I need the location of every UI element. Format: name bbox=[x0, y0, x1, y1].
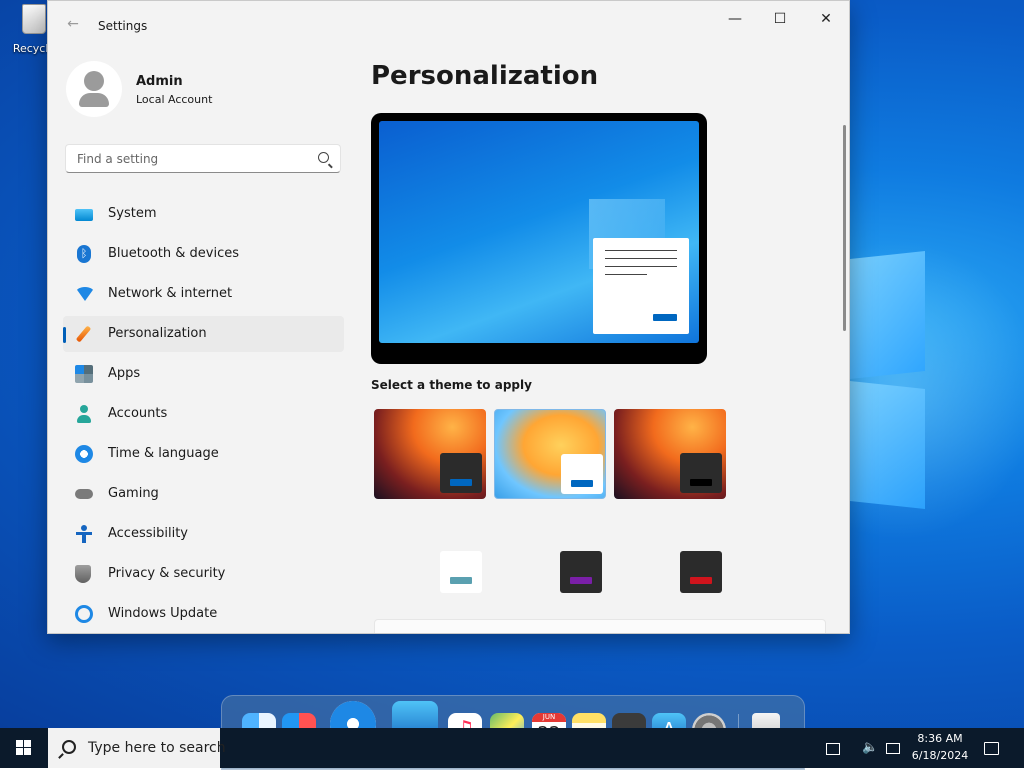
theme-swatch[interactable] bbox=[560, 551, 602, 593]
search-icon bbox=[62, 740, 76, 754]
profile-name: Admin bbox=[136, 74, 183, 89]
sidebar-item-personalization[interactable]: Personalization bbox=[63, 316, 344, 352]
bluetooth-icon: ᛒ bbox=[77, 245, 91, 263]
calendar-month: JUN bbox=[532, 713, 566, 722]
volume-muted-icon[interactable]: 🔈 bbox=[862, 740, 878, 756]
sidebar-item-label: Privacy & security bbox=[108, 566, 226, 581]
sidebar-item-label: Time & language bbox=[108, 446, 219, 461]
theme-thumbnail[interactable] bbox=[374, 409, 486, 499]
sidebar-item-label: Personalization bbox=[108, 326, 207, 341]
theme-thumbnail[interactable] bbox=[494, 409, 606, 499]
sidebar-item-network[interactable]: Network & internet bbox=[63, 276, 344, 312]
theme-swatch[interactable] bbox=[680, 551, 722, 593]
sidebar-item-label: Gaming bbox=[108, 486, 159, 501]
page-title: Personalization bbox=[371, 61, 599, 91]
back-arrow-icon[interactable]: ← bbox=[64, 15, 82, 33]
settings-card[interactable] bbox=[374, 619, 826, 633]
globe-clock-icon bbox=[75, 445, 93, 463]
title-bar[interactable]: ← Settings — ☐ ✕ bbox=[48, 1, 849, 49]
sidebar-item-label: System bbox=[108, 206, 157, 221]
sidebar-item-windows-update[interactable]: Windows Update bbox=[63, 596, 344, 632]
sidebar-item-bluetooth[interactable]: ᛒ Bluetooth & devices bbox=[63, 236, 344, 272]
sidebar-item-label: Apps bbox=[108, 366, 141, 381]
maximize-button[interactable]: ☐ bbox=[757, 7, 803, 31]
minimize-button[interactable]: — bbox=[712, 7, 758, 31]
sidebar-item-accessibility[interactable]: Accessibility bbox=[63, 516, 344, 552]
start-button[interactable] bbox=[0, 728, 48, 768]
recycle-bin-icon bbox=[22, 4, 46, 34]
windows-start-icon bbox=[16, 740, 23, 747]
taskbar: Type here to search 🔈 8:36 AM 6/18/2024 bbox=[0, 728, 1024, 768]
preview-window-card bbox=[593, 238, 689, 334]
news-widget-icon[interactable] bbox=[826, 743, 840, 755]
settings-window: ← Settings — ☐ ✕ Admin Local Account Sys… bbox=[47, 0, 850, 634]
accessibility-icon bbox=[75, 525, 93, 543]
windows-logo-wallpaper bbox=[850, 251, 1010, 515]
profile-account-type: Local Account bbox=[136, 93, 213, 106]
taskbar-search-placeholder: Type here to search bbox=[88, 740, 226, 756]
system-icon bbox=[75, 209, 93, 221]
gamepad-icon bbox=[75, 489, 93, 499]
sidebar-item-time-language[interactable]: Time & language bbox=[63, 436, 344, 472]
search-icon[interactable] bbox=[318, 152, 329, 163]
apps-icon bbox=[75, 365, 93, 383]
network-icon[interactable] bbox=[886, 743, 900, 754]
taskbar-search-box[interactable]: Type here to search bbox=[48, 728, 226, 768]
person-icon bbox=[75, 405, 93, 423]
search-box[interactable] bbox=[65, 144, 341, 173]
avatar[interactable] bbox=[66, 61, 122, 117]
notification-center-icon[interactable] bbox=[984, 742, 999, 755]
preview-accent-button bbox=[653, 314, 677, 321]
sidebar-item-label: Accessibility bbox=[108, 526, 188, 541]
theme-swatch[interactable] bbox=[440, 551, 482, 593]
sidebar-item-label: Windows Update bbox=[108, 606, 218, 621]
wifi-icon bbox=[75, 287, 95, 301]
sidebar-item-apps[interactable]: Apps bbox=[63, 356, 344, 392]
search-input[interactable] bbox=[75, 151, 309, 167]
close-button[interactable]: ✕ bbox=[803, 7, 849, 31]
clock-date[interactable]: 6/18/2024 bbox=[908, 749, 972, 762]
sidebar-item-gaming[interactable]: Gaming bbox=[63, 476, 344, 512]
sidebar-item-label: Bluetooth & devices bbox=[108, 246, 239, 261]
window-title: Settings bbox=[98, 19, 148, 33]
sidebar-item-privacy[interactable]: Privacy & security bbox=[63, 556, 344, 592]
clock-time[interactable]: 8:36 AM bbox=[912, 732, 968, 745]
theme-preview bbox=[371, 113, 707, 364]
sidebar-item-label: Network & internet bbox=[108, 286, 233, 301]
scrollbar[interactable] bbox=[843, 125, 846, 331]
brush-icon bbox=[75, 325, 92, 343]
sidebar-item-label: Accounts bbox=[108, 406, 168, 421]
update-icon bbox=[75, 605, 93, 623]
sidebar-item-system[interactable]: System bbox=[63, 196, 344, 232]
theme-thumbnail[interactable] bbox=[614, 409, 726, 499]
sidebar-item-accounts[interactable]: Accounts bbox=[63, 396, 344, 432]
shield-icon bbox=[75, 565, 91, 583]
sidebar-nav: System ᛒ Bluetooth & devices Network & i… bbox=[63, 196, 344, 633]
theme-caption: Select a theme to apply bbox=[371, 378, 532, 392]
